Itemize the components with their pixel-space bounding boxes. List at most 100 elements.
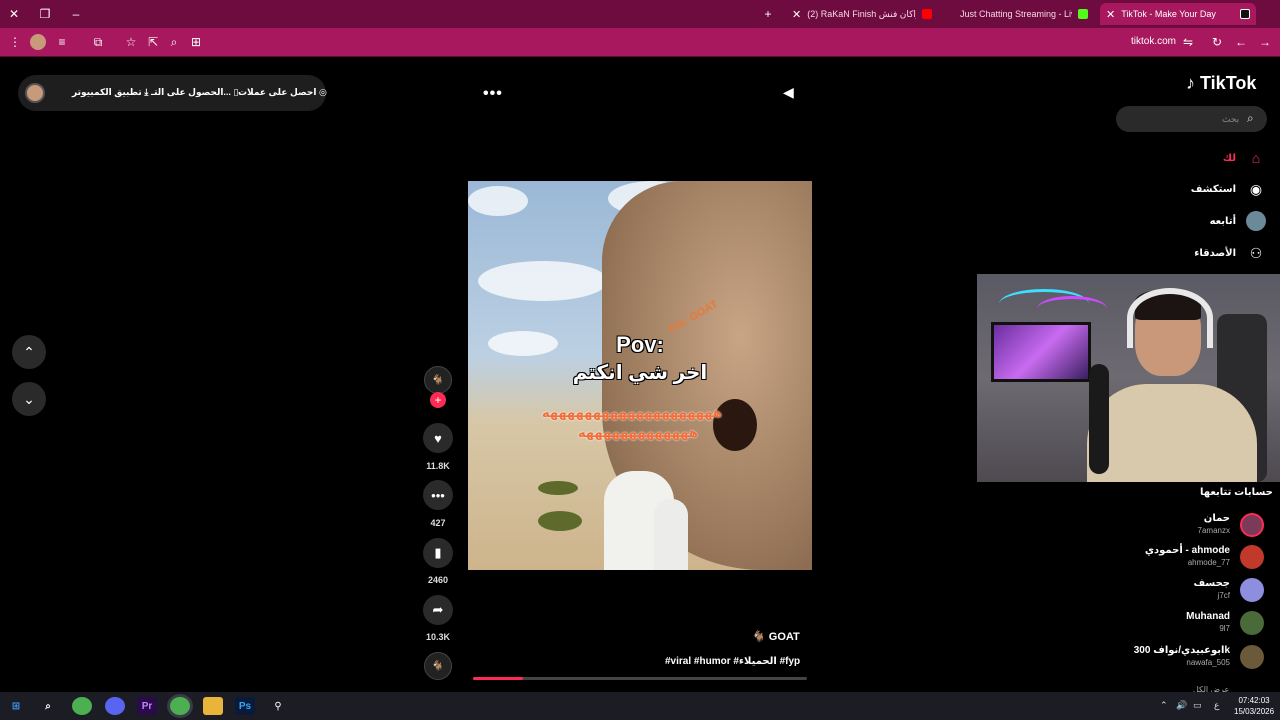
- neon-light: [1037, 296, 1107, 322]
- clock-time: 07:42:03: [1238, 696, 1270, 705]
- account-avatar: [1240, 611, 1264, 635]
- next-video-button[interactable]: ⌄: [12, 382, 46, 416]
- heart-icon: ♥: [434, 430, 442, 446]
- premiere-app-icon[interactable]: Pr: [137, 697, 157, 715]
- search-icon[interactable]: ⌕: [1247, 111, 1254, 126]
- user-avatar[interactable]: [25, 83, 45, 103]
- following-account-item[interactable]: حمان 7amanzx: [1100, 511, 1266, 539]
- tab-kick[interactable]: Just Chatting Streaming - Live S: [944, 3, 1094, 25]
- coin-icon: ◎: [318, 87, 327, 97]
- desktop-app-link[interactable]: تطبيق الكمبيوتر ⤓: [72, 87, 148, 98]
- nav-explore[interactable]: استكشف ◉: [1150, 176, 1266, 202]
- close-tab-icon[interactable]: ✕: [1106, 8, 1115, 21]
- search-input[interactable]: [1116, 106, 1267, 132]
- volume-icon[interactable]: ◀: [783, 84, 794, 101]
- profile-avatar[interactable]: [30, 34, 46, 50]
- tiktok-logo[interactable]: ♪ TikTok: [1186, 73, 1256, 94]
- chrome-active-app-icon[interactable]: [170, 697, 190, 715]
- nav-following[interactable]: أتابعه: [1150, 208, 1266, 234]
- comment-count: 427: [430, 518, 446, 528]
- share-arrow-icon: ➦: [432, 602, 444, 617]
- cloud: [478, 261, 608, 301]
- file-explorer-icon[interactable]: [203, 697, 223, 715]
- download-icon: ⤓: [144, 87, 149, 97]
- following-account-item[interactable]: ابوعبيدي/نواف 300k nawafa_505: [1100, 643, 1266, 671]
- menu-kebab-icon[interactable]: ⋮: [7, 34, 23, 50]
- comment-icon: •••: [431, 487, 445, 503]
- nav-friends[interactable]: الأصدقاء ⚇: [1150, 240, 1266, 266]
- minimize-window-icon[interactable]: –: [66, 4, 86, 24]
- share-count: 10.3K: [425, 632, 451, 642]
- account-handle: 7amanzx: [1197, 526, 1230, 535]
- following-account-item[interactable]: Muhanad 9l7: [1100, 609, 1266, 637]
- photoshop-app-icon[interactable]: Ps: [235, 697, 255, 715]
- clock[interactable]: 07:42:03 15/03/2026: [1234, 695, 1274, 717]
- account-name: أحمودي - ahmode: [1144, 545, 1230, 556]
- account-name: Muhanad: [1186, 611, 1230, 622]
- back-icon[interactable]: ←: [1233, 34, 1249, 50]
- microphone: [1089, 364, 1109, 474]
- account-name: حمان: [1203, 513, 1230, 524]
- like-button[interactable]: ♥: [423, 423, 453, 453]
- video-progress-fill: [473, 677, 524, 680]
- share-button[interactable]: ➦: [423, 595, 453, 625]
- desktop-app-label: تطبيق الكمبيوتر: [72, 87, 142, 97]
- tab-youtube[interactable]: ✕ (2) RaKaN Finish راكان فنش - Yo: [786, 3, 938, 25]
- video-progress-bar[interactable]: [473, 677, 807, 680]
- more-options-icon[interactable]: •••: [483, 85, 503, 103]
- video-author[interactable]: 🐐 GOAT: [752, 630, 800, 643]
- comment-button[interactable]: •••: [423, 480, 453, 510]
- reload-icon[interactable]: ↻: [1209, 34, 1225, 50]
- new-tab-button[interactable]: +: [758, 4, 778, 24]
- video-hashtags[interactable]: #viral #humor #الحميلاء #fyp: [665, 656, 800, 667]
- search-placeholder: بحث: [1222, 114, 1240, 124]
- video-overlay-caption: اخر شي انكتم: [572, 362, 708, 384]
- streamer-shirt: [1087, 384, 1257, 482]
- chevron-down-icon: ⌄: [23, 390, 35, 407]
- tray-chevron-icon[interactable]: ⌃: [1160, 700, 1168, 711]
- address-bar-url[interactable]: tiktok.com: [1131, 36, 1176, 47]
- extensions-icon[interactable]: ⧉: [90, 34, 106, 50]
- previous-video-button[interactable]: ⌃: [12, 335, 46, 369]
- windows-start-icon[interactable]: ⊞: [6, 697, 26, 715]
- get-coins-link[interactable]: احصل على عملات ◎: [238, 87, 327, 98]
- tiktok-favicon-icon: [1240, 9, 1250, 19]
- install-app-icon[interactable]: ⊞: [188, 34, 204, 50]
- get-app-link[interactable]: الحصول على التـ... ▯: [151, 87, 238, 98]
- keyboard-language[interactable]: ع: [1214, 700, 1219, 711]
- tiktok-note-icon: ♪: [1186, 73, 1195, 93]
- chrome-app-icon[interactable]: [72, 697, 92, 715]
- child: [654, 499, 688, 570]
- taskbar-search-icon[interactable]: ⌕: [38, 697, 58, 715]
- following-account-item[interactable]: أحمودي - ahmode ahmode_77: [1100, 543, 1266, 571]
- get-app-label: الحصول على التـ...: [151, 87, 231, 97]
- app-icon[interactable]: ⚲: [268, 697, 288, 715]
- share-page-icon[interactable]: ⇱: [145, 34, 161, 50]
- zoom-icon[interactable]: ⌕: [166, 34, 182, 50]
- friends-icon: ⚇: [1249, 244, 1263, 261]
- video-player[interactable]: Kik: GOAT Pov: اخر شي انكتم هههههههههههه…: [468, 181, 812, 570]
- network-icon[interactable]: ▭: [1193, 700, 1202, 711]
- creator-avatar[interactable]: 🐐: [424, 366, 452, 394]
- background-monitor: [991, 322, 1091, 382]
- video-overlay-pov: Pov:: [616, 332, 664, 357]
- save-button[interactable]: ▮: [423, 538, 453, 568]
- site-settings-icon[interactable]: ⇋: [1180, 34, 1196, 50]
- forward-icon[interactable]: →: [1257, 34, 1273, 50]
- volume-tray-icon[interactable]: 🔊: [1176, 700, 1187, 711]
- bookmark-star-icon[interactable]: ☆: [123, 34, 139, 50]
- chevron-up-icon: ⌃: [23, 343, 35, 360]
- close-window-icon[interactable]: ✕: [4, 4, 24, 24]
- account-avatar: [1240, 578, 1264, 602]
- tab-tiktok[interactable]: ✕ TikTok - Make Your Day: [1100, 3, 1256, 25]
- author-name: GOAT: [768, 631, 800, 643]
- discord-app-icon[interactable]: [105, 697, 125, 715]
- following-account-item[interactable]: جحسف j7cf: [1100, 576, 1266, 604]
- sound-disc-icon[interactable]: 🐐: [424, 652, 452, 680]
- goat-emoji-icon: 🐐: [752, 631, 766, 643]
- close-tab-icon[interactable]: ✕: [792, 8, 801, 21]
- follow-plus-button[interactable]: +: [430, 392, 446, 408]
- media-control-icon[interactable]: ≡: [54, 34, 70, 50]
- restore-window-icon[interactable]: ❐: [35, 4, 55, 24]
- nav-for-you[interactable]: لك ⌂: [1150, 145, 1266, 171]
